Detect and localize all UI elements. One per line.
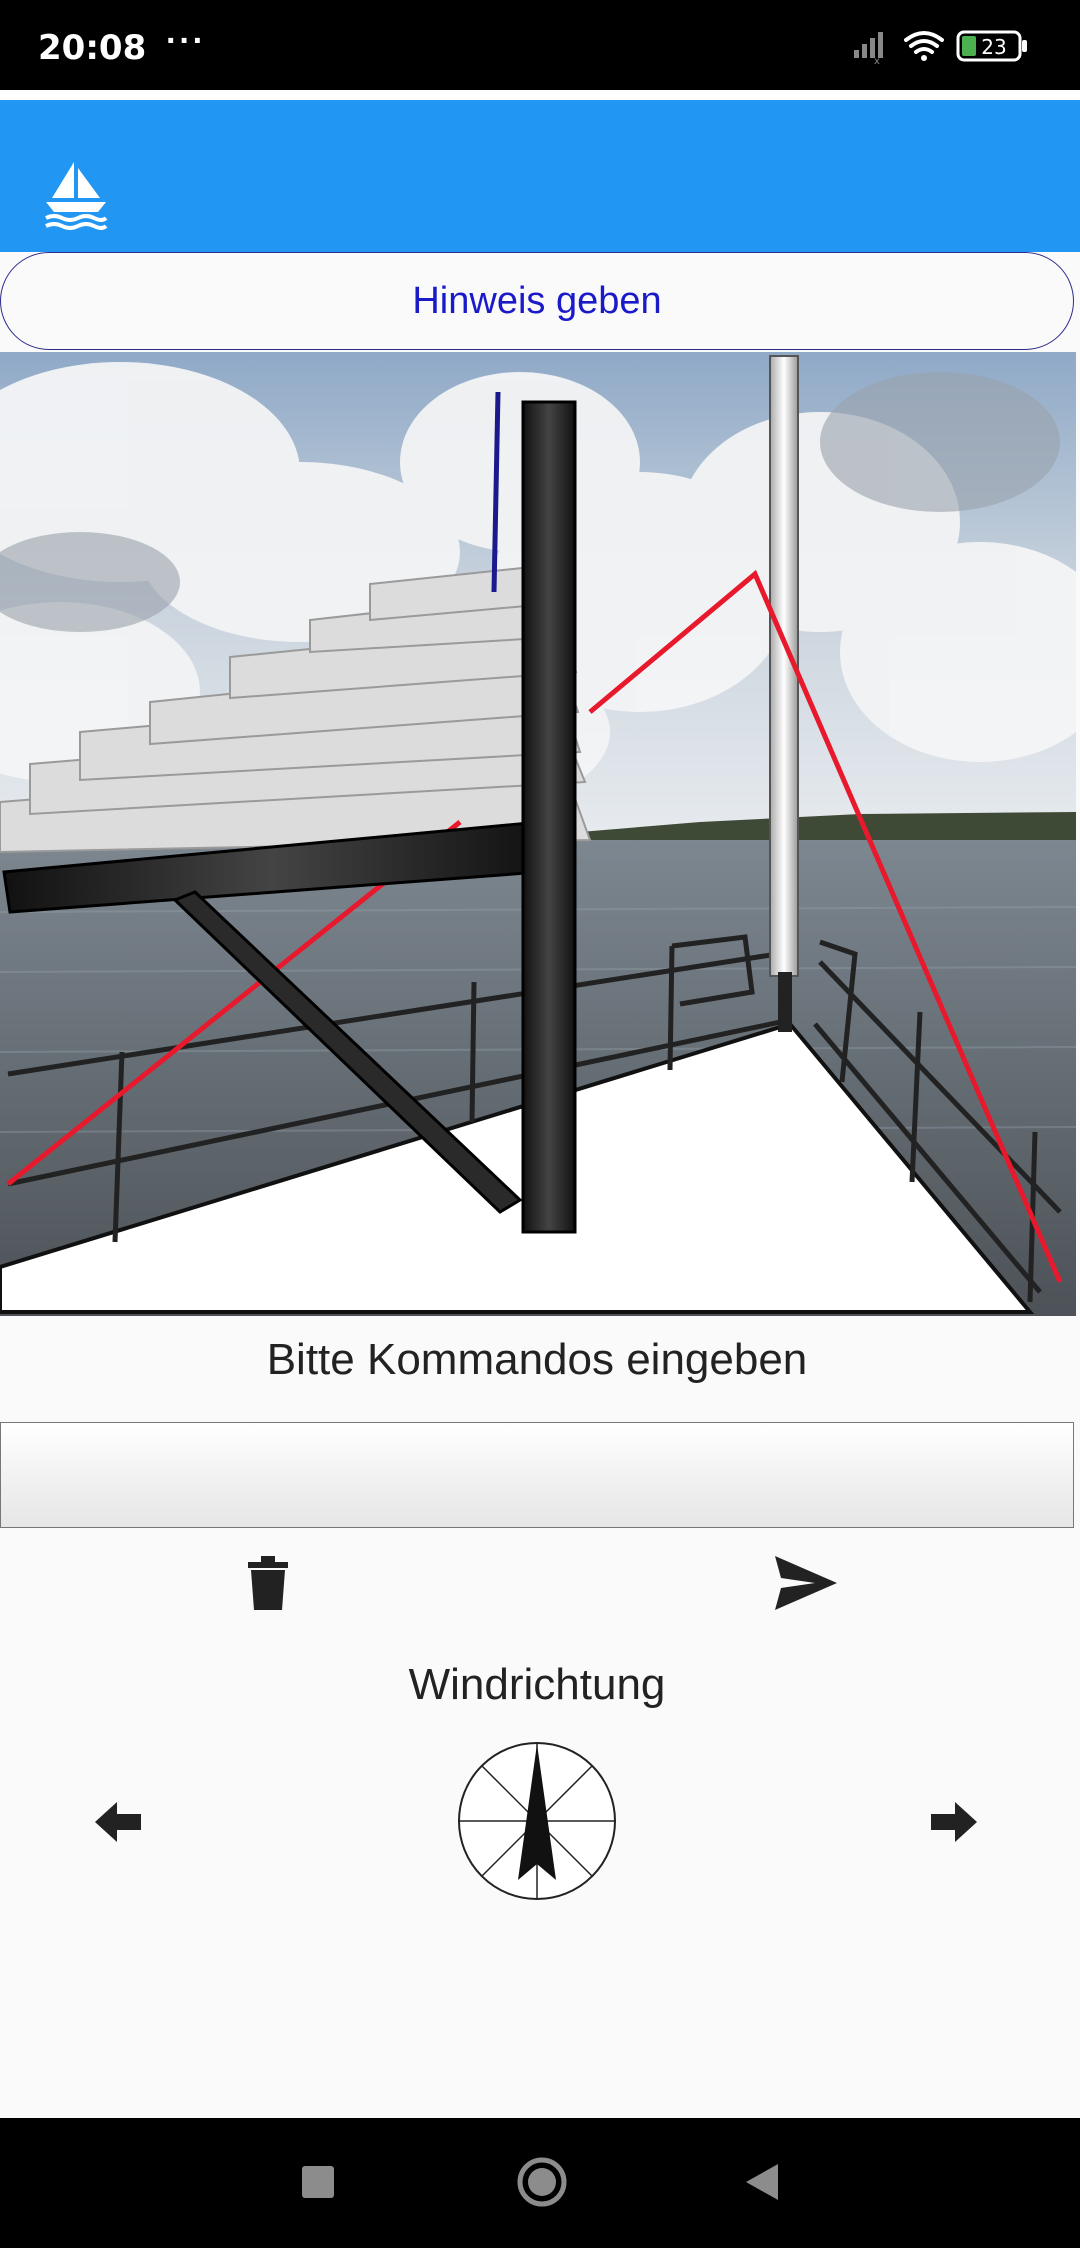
wind-direction-label: Windrichtung: [408, 1660, 666, 1709]
svg-text:x: x: [874, 56, 880, 67]
battery-level: 23: [981, 35, 1006, 59]
sailboat-deck-scene: [0, 352, 1076, 1316]
system-nav-bar: [0, 2118, 1080, 2248]
status-bar: 20:08 ··· x 23: [0, 0, 1080, 90]
app-bar: [0, 100, 1080, 252]
arrow-right-icon: [931, 1802, 977, 1842]
square-icon[interactable]: [300, 2164, 336, 2200]
command-input[interactable]: [0, 1422, 1074, 1528]
arrow-left-icon: [95, 1802, 141, 1842]
sailboat-icon: [45, 162, 108, 230]
send-button[interactable]: [772, 1550, 840, 1616]
main-mast: [521, 400, 577, 1234]
wifi-icon: [904, 31, 944, 61]
send-icon: [775, 1556, 837, 1610]
battery-icon: 23: [956, 30, 1027, 62]
compass-icon: [458, 1742, 616, 1900]
divider: [0, 90, 1080, 100]
triangle-back-icon[interactable]: [744, 2162, 780, 2202]
wind-right-button[interactable]: [926, 1796, 982, 1848]
signal-icon: x: [854, 32, 883, 67]
command-label: Bitte Kommandos eingeben: [266, 1335, 808, 1384]
status-icons: x 23: [854, 30, 1027, 67]
delete-button[interactable]: [238, 1550, 298, 1616]
more-notifications-icon: ···: [166, 22, 206, 60]
wind-left-button[interactable]: [90, 1796, 146, 1848]
hint-button[interactable]: Hinweis geben: [0, 252, 1074, 350]
circle-icon[interactable]: [516, 2156, 568, 2208]
status-time: 20:08: [38, 28, 147, 68]
trash-icon: [248, 1556, 288, 1610]
